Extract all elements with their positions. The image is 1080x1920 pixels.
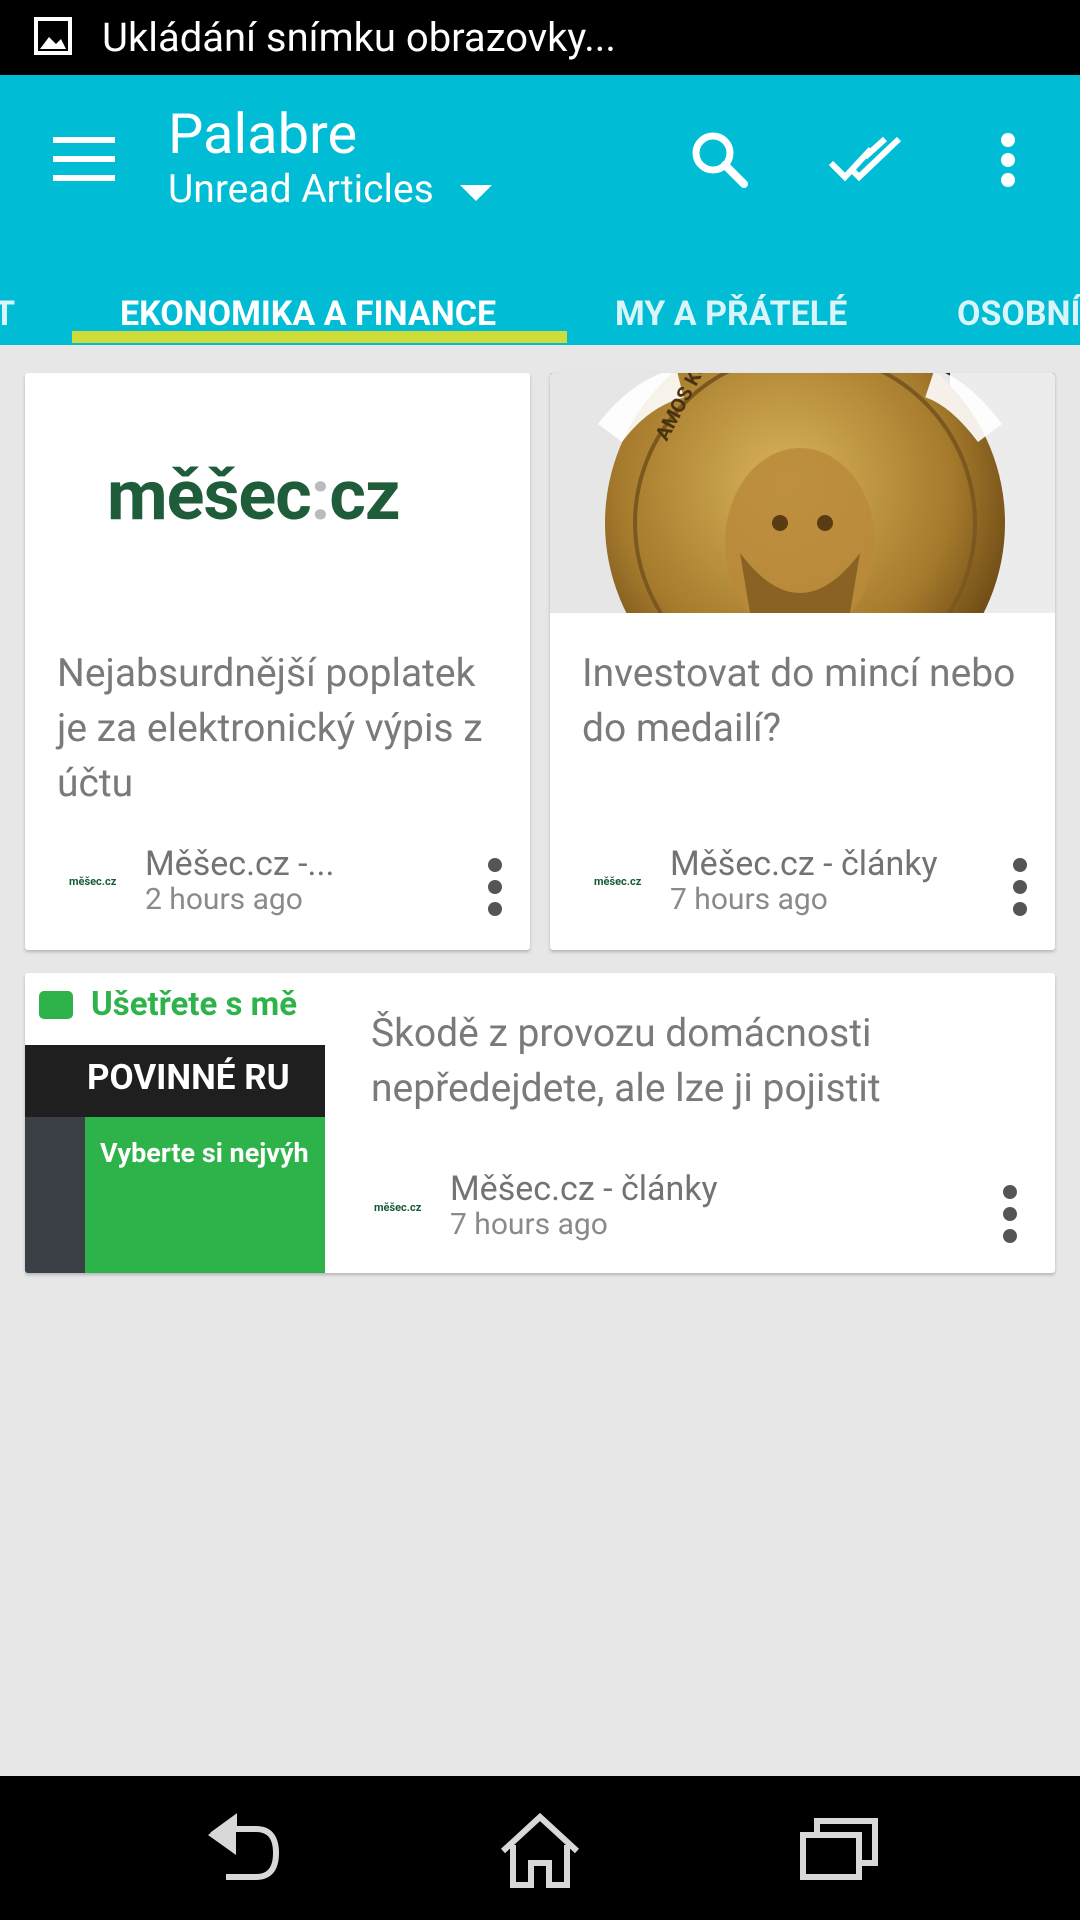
source-logo: měšec.cz — [594, 875, 642, 888]
article-time: 7 hours ago — [670, 882, 828, 917]
active-tab-indicator — [72, 331, 567, 343]
banner-low-text: Vyberte si nejvýh — [100, 1137, 309, 1169]
overflow-menu-icon[interactable] — [968, 120, 1048, 200]
search-icon[interactable] — [680, 120, 760, 200]
banner-top-text: Ušetřete s mě — [91, 985, 298, 1024]
banner-header: Ušetřete s mě — [25, 973, 325, 1045]
home-icon[interactable] — [495, 1811, 585, 1891]
mesec-logo: měšec:cz — [107, 455, 401, 537]
dropdown-arrow-icon — [459, 185, 492, 201]
mark-all-read-icon[interactable] — [825, 120, 905, 200]
article-title: Škodě z provozu domácnosti nepředejdete,… — [371, 1010, 881, 1111]
more-options-icon[interactable] — [486, 858, 506, 918]
banner-mid-text: POVINNÉ RU — [87, 1057, 290, 1098]
more-options-icon[interactable] — [1001, 1185, 1021, 1245]
article-card[interactable]: Ušetřete s mě POVINNÉ RU Vyberte si nejv… — [25, 973, 1055, 1273]
navigation-bar — [0, 1776, 1080, 1920]
article-card[interactable]: měšec:cz Nejabsurdnější poplatek je za e… — [25, 373, 530, 950]
tab-previous[interactable]: T — [0, 265, 15, 345]
source-name: Měšec.cz - články — [670, 844, 938, 884]
article-image: AMOS KOMENSKÝ — [550, 373, 1055, 723]
tab-osobni[interactable]: OSOBNÍ — [957, 265, 1080, 345]
source-logo: měšec.cz — [69, 875, 117, 888]
article-title: Investovat do mincí nebo do medailí? — [582, 650, 1016, 751]
menu-icon[interactable] — [53, 137, 115, 181]
recents-icon[interactable] — [795, 1811, 885, 1891]
article-time: 2 hours ago — [145, 882, 303, 917]
article-time: 7 hours ago — [450, 1207, 608, 1242]
source-logo: měšec.cz — [374, 1201, 422, 1214]
view-selector[interactable]: Unread Articles — [168, 167, 492, 211]
article-title: Nejabsurdnější poplatek je za elektronic… — [57, 650, 483, 806]
mesec-logo-main: měšec — [107, 455, 312, 537]
image-icon — [34, 17, 72, 55]
source-name: Měšec.cz - články — [450, 1169, 718, 1209]
wallet-icon — [39, 991, 73, 1019]
more-options-icon[interactable] — [1011, 858, 1031, 918]
banner-body: POVINNÉ RU Vyberte si nejvýh — [25, 1045, 325, 1273]
status-bar: Ukládání snímku obrazovky... — [0, 0, 1080, 75]
article-card[interactable]: AMOS KOMENSKÝ Investovat do mincí nebo d… — [550, 373, 1055, 950]
view-selector-label: Unread Articles — [168, 166, 434, 212]
source-name: Měšec.cz -... — [145, 844, 335, 884]
article-image: měšec:cz — [25, 373, 530, 613]
mesec-logo-suffix: cz — [329, 455, 400, 537]
article-image: Ušetřete s mě POVINNÉ RU Vyberte si nejv… — [25, 973, 325, 1273]
back-icon[interactable] — [198, 1811, 288, 1891]
tab-my-a-pratele[interactable]: MY A PŘÁTELÉ — [615, 265, 847, 345]
status-notification-text: Ukládání snímku obrazovky... — [102, 14, 616, 61]
app-bar: Palabre Unread Articles T EKONOMIKA A FI… — [0, 75, 1080, 345]
app-title: Palabre — [168, 101, 358, 167]
